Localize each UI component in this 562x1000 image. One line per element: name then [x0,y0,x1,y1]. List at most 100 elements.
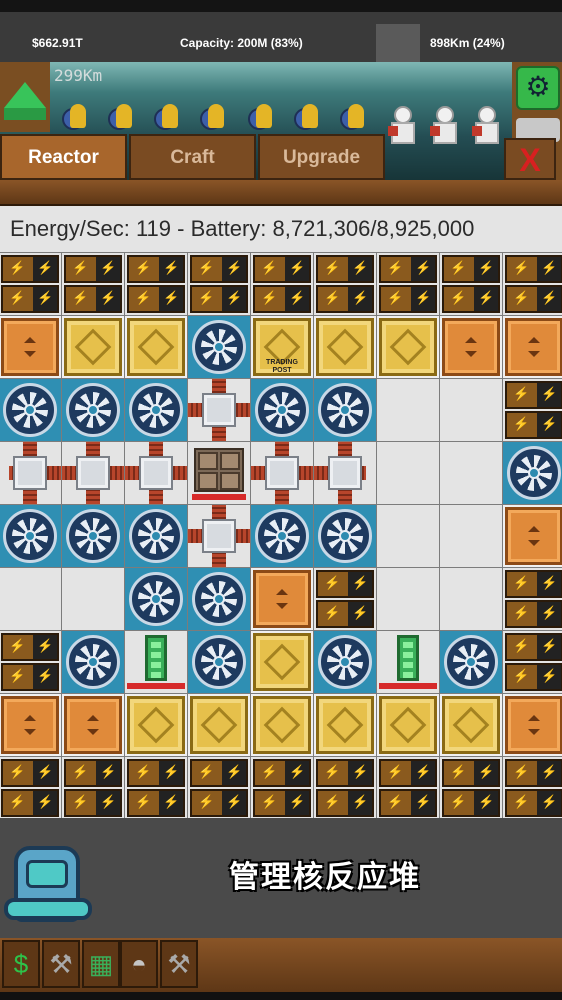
battery-cell[interactable]: ⚡ ⚡ ⚡ ⚡ [440,253,502,315]
battery-cell[interactable]: ⚡ ⚡ ⚡ ⚡ [503,568,562,630]
plating-cell[interactable] [314,694,376,756]
heat-exchanger-cell[interactable] [314,442,376,504]
empty-cell[interactable] [377,568,439,630]
heat-vent-cell[interactable] [503,316,562,378]
anvil-icon[interactable]: ⚒ [42,940,80,988]
battery-cell[interactable]: ⚡ ⚡ ⚡ ⚡ [188,757,250,819]
heat-vent-cell[interactable] [0,694,61,756]
heat-vent-cell[interactable] [503,505,562,567]
craft-icon[interactable]: ▦ [82,940,120,988]
fan-icon[interactable] [125,568,187,630]
heat-exchanger-cell[interactable] [0,442,61,504]
plating-cell[interactable] [314,316,376,378]
battery-cell[interactable]: ⚡ ⚡ ⚡ ⚡ [251,253,313,315]
plating-cell[interactable] [62,316,124,378]
plating-cell[interactable]: TRADING POST [251,316,313,378]
empty-cell[interactable] [377,505,439,567]
heat-exchanger-cell[interactable] [188,505,250,567]
empty-cell[interactable] [440,379,502,441]
heat-exchanger-cell[interactable] [251,442,313,504]
fan-icon[interactable] [62,505,124,567]
battery-cell[interactable]: ⚡ ⚡ ⚡ ⚡ [0,757,61,819]
fan-icon[interactable] [503,442,562,504]
empty-cell[interactable] [377,442,439,504]
fan-icon[interactable] [188,631,250,693]
battery-cell[interactable]: ⚡ ⚡ ⚡ ⚡ [125,253,187,315]
plating-cell[interactable] [251,631,313,693]
fan-icon[interactable] [251,505,313,567]
battery-cell[interactable]: ⚡ ⚡ ⚡ ⚡ [314,568,376,630]
fan-icon[interactable] [125,505,187,567]
plating-cell[interactable] [251,694,313,756]
reactor-core-cell[interactable] [188,442,250,504]
mining-drone [292,102,318,132]
ascend-button[interactable] [0,62,50,132]
battery-cell[interactable]: ⚡ ⚡ ⚡ ⚡ [62,757,124,819]
backpack-icon[interactable] [4,838,92,930]
anvil-icon[interactable]: ⚒ [160,940,198,988]
battery-cell[interactable]: ⚡ ⚡ ⚡ ⚡ [0,631,61,693]
heat-exchanger-cell[interactable] [188,379,250,441]
battery-cell[interactable]: ⚡ ⚡ ⚡ ⚡ [0,253,61,315]
money-display: $662.91T [32,36,83,50]
battery-cell[interactable]: ⚡ ⚡ ⚡ ⚡ [503,253,562,315]
heat-vent-cell[interactable] [251,568,313,630]
battery-cell[interactable]: ⚡ ⚡ ⚡ ⚡ [440,757,502,819]
heat-exchanger-cell[interactable] [62,442,124,504]
bottom-edge [0,992,562,1000]
fuel-rod-cell[interactable] [125,631,187,693]
fan-icon[interactable] [188,568,250,630]
battery-cell[interactable]: ⚡ ⚡ ⚡ ⚡ [62,253,124,315]
depth-display: 898Km (24%) [430,36,505,50]
battery-cell[interactable]: ⚡ ⚡ ⚡ ⚡ [377,253,439,315]
plating-cell[interactable] [377,316,439,378]
mining-drone [106,102,132,132]
battery-cell[interactable]: ⚡ ⚡ ⚡ ⚡ [314,253,376,315]
battery-cell[interactable]: ⚡ ⚡ ⚡ ⚡ [188,253,250,315]
close-button[interactable]: X [504,138,556,180]
empty-cell[interactable] [440,442,502,504]
battery-cell[interactable]: ⚡ ⚡ ⚡ ⚡ [125,757,187,819]
tab-craft[interactable]: Craft [129,134,256,180]
battery-cell[interactable]: ⚡ ⚡ ⚡ ⚡ [503,631,562,693]
heat-vent-cell[interactable] [503,694,562,756]
gear-icon[interactable]: ⚙ [516,66,560,110]
caption-text: 管理核反应堆 [229,860,421,895]
fan-icon[interactable] [314,505,376,567]
money-icon[interactable]: $ [2,940,40,988]
fan-icon[interactable] [440,631,502,693]
empty-cell[interactable] [0,568,61,630]
empty-cell[interactable] [377,379,439,441]
fan-icon[interactable] [125,379,187,441]
plating-cell[interactable] [440,694,502,756]
fan-icon[interactable] [314,379,376,441]
battery-cell[interactable]: ⚡ ⚡ ⚡ ⚡ [314,757,376,819]
cave-icon[interactable]: ◓ [120,940,158,988]
tab-reactor[interactable]: Reactor [0,134,127,180]
heat-vent-cell[interactable] [440,316,502,378]
up-arrow-base [4,108,46,120]
heat-vent-cell[interactable] [0,316,61,378]
fan-icon[interactable] [62,379,124,441]
fan-icon[interactable] [0,379,61,441]
fan-icon[interactable] [0,505,61,567]
plating-cell[interactable] [188,694,250,756]
battery-cell[interactable]: ⚡ ⚡ ⚡ ⚡ [251,757,313,819]
empty-cell[interactable] [62,568,124,630]
plating-cell[interactable] [125,694,187,756]
fan-icon[interactable] [188,316,250,378]
battery-cell[interactable]: ⚡ ⚡ ⚡ ⚡ [503,757,562,819]
fan-icon[interactable] [62,631,124,693]
fuel-rod-cell[interactable] [377,631,439,693]
tab-upgrade[interactable]: Upgrade [258,134,385,180]
fan-icon[interactable] [314,631,376,693]
empty-cell[interactable] [440,505,502,567]
plating-cell[interactable] [377,694,439,756]
empty-cell[interactable] [440,568,502,630]
heat-exchanger-cell[interactable] [125,442,187,504]
heat-vent-cell[interactable] [62,694,124,756]
plating-cell[interactable] [125,316,187,378]
fan-icon[interactable] [251,379,313,441]
battery-cell[interactable]: ⚡ ⚡ ⚡ ⚡ [503,379,562,441]
battery-cell[interactable]: ⚡ ⚡ ⚡ ⚡ [377,757,439,819]
